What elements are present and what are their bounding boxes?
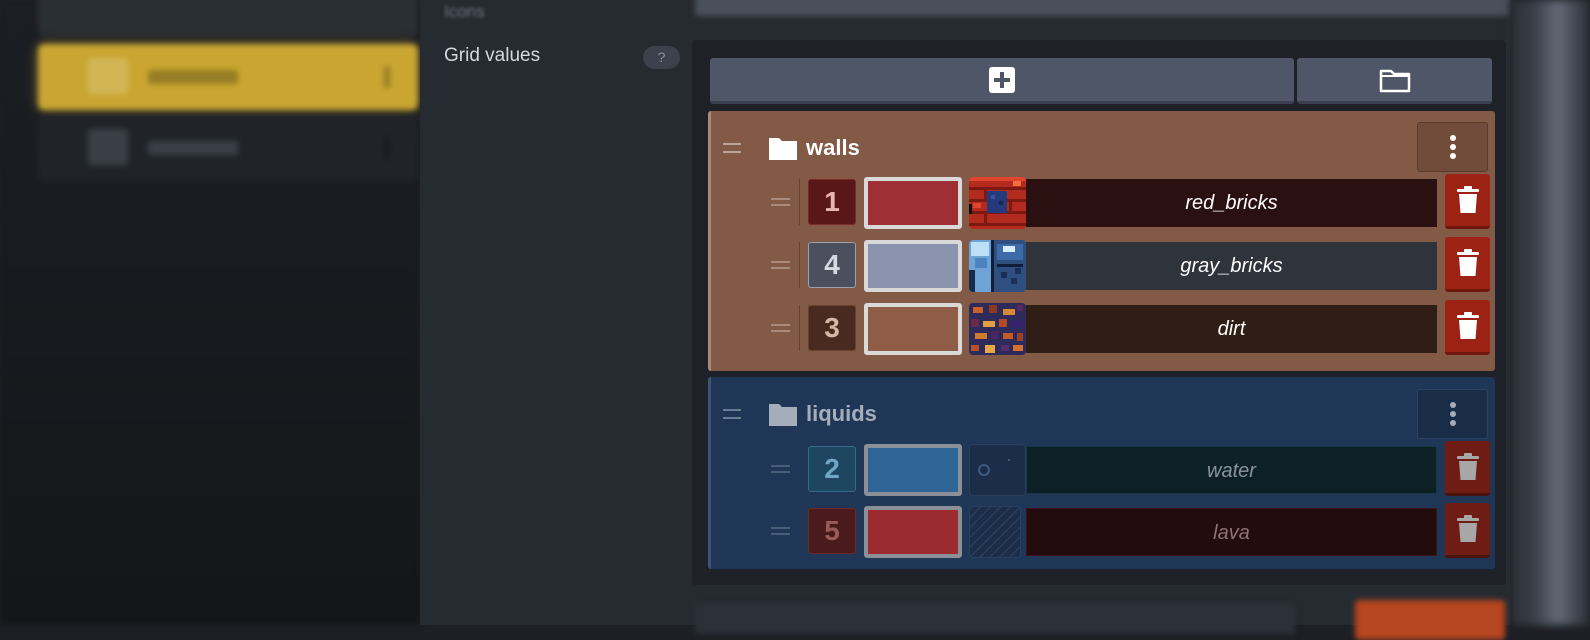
group-menu-button[interactable]	[1417, 122, 1488, 172]
delete-value-button[interactable]	[1445, 441, 1490, 496]
background-sidebar	[0, 0, 420, 625]
background-right-edge	[1510, 0, 1590, 625]
group-menu-button[interactable]	[1417, 389, 1488, 439]
more-vertical-icon	[1449, 402, 1456, 426]
value-id: 5	[808, 508, 856, 554]
plus-square-icon	[989, 66, 1015, 93]
group-walls: walls 1 red_bricks 4 gray_bricks 3 dirt	[708, 111, 1495, 371]
background-sidebar-item-active	[38, 44, 418, 110]
value-name-input[interactable]: dirt	[1026, 305, 1437, 353]
color-swatch[interactable]	[864, 177, 962, 229]
folder-icon	[769, 138, 797, 160]
grid-value-row: 5 lava	[711, 503, 1495, 558]
value-id: 3	[808, 305, 856, 351]
group-title[interactable]: liquids	[806, 401, 877, 427]
background-sidebar-item	[38, 0, 418, 36]
grid-values-toolbar	[710, 58, 1492, 104]
value-id: 1	[808, 179, 856, 225]
more-vertical-icon	[1449, 135, 1456, 159]
drag-handle-icon[interactable]	[771, 324, 790, 332]
color-swatch[interactable]	[864, 303, 962, 355]
dirt-tile[interactable]	[969, 303, 1026, 355]
grid-value-row: 3 dirt	[711, 300, 1495, 355]
water-tile[interactable]	[969, 444, 1026, 496]
background-bottom-bar	[695, 604, 1295, 634]
value-name-input[interactable]: gray_bricks	[1026, 242, 1437, 290]
folder-outline-icon	[1379, 69, 1410, 92]
background-sidebar-item-entities	[38, 115, 418, 181]
group-liquids: liquids 2 water 5 lava	[708, 377, 1495, 569]
background-bottom-button	[1355, 600, 1505, 640]
value-name-input[interactable]: lava	[1026, 508, 1437, 556]
add-group-button[interactable]	[1297, 58, 1492, 104]
delete-value-button[interactable]	[1445, 237, 1490, 292]
grid-value-row: 2 water	[711, 441, 1495, 496]
drag-handle-icon[interactable]	[771, 198, 790, 206]
delete-value-button[interactable]	[1445, 174, 1490, 229]
trash-icon	[1456, 312, 1479, 339]
value-id: 4	[808, 242, 856, 288]
grid-value-row: 4 gray_bricks	[711, 237, 1495, 292]
trash-icon	[1456, 249, 1479, 276]
color-swatch[interactable]	[864, 240, 962, 292]
background-topbar	[695, 0, 1510, 16]
value-name-input[interactable]: water	[1026, 446, 1437, 494]
drag-handle-icon[interactable]	[771, 527, 790, 535]
background-faded-label: Icons	[444, 2, 485, 21]
delete-value-button[interactable]	[1445, 300, 1490, 355]
lava-tile[interactable]	[969, 506, 1021, 558]
delete-value-button[interactable]	[1445, 503, 1490, 558]
trash-icon	[1456, 186, 1479, 213]
grid-value-row: 1 red_bricks	[711, 174, 1495, 229]
add-value-button[interactable]	[710, 58, 1294, 104]
color-swatch[interactable]	[864, 444, 962, 496]
grid-values-label: Grid values	[444, 45, 541, 66]
drag-handle-icon[interactable]	[771, 261, 790, 269]
red-bricks-tile[interactable]	[969, 177, 1026, 229]
trash-icon	[1456, 515, 1479, 542]
folder-icon	[769, 404, 797, 426]
value-id: 2	[808, 446, 856, 492]
color-swatch[interactable]	[864, 506, 962, 558]
help-button[interactable]: ?	[643, 46, 680, 69]
group-title[interactable]: walls	[806, 135, 860, 161]
drag-handle-icon[interactable]	[723, 143, 741, 153]
drag-handle-icon[interactable]	[771, 465, 790, 473]
value-name-input[interactable]: red_bricks	[1026, 179, 1437, 227]
drag-handle-icon[interactable]	[723, 409, 741, 419]
trash-icon	[1456, 453, 1479, 480]
gray-bricks-tile[interactable]	[969, 240, 1026, 292]
